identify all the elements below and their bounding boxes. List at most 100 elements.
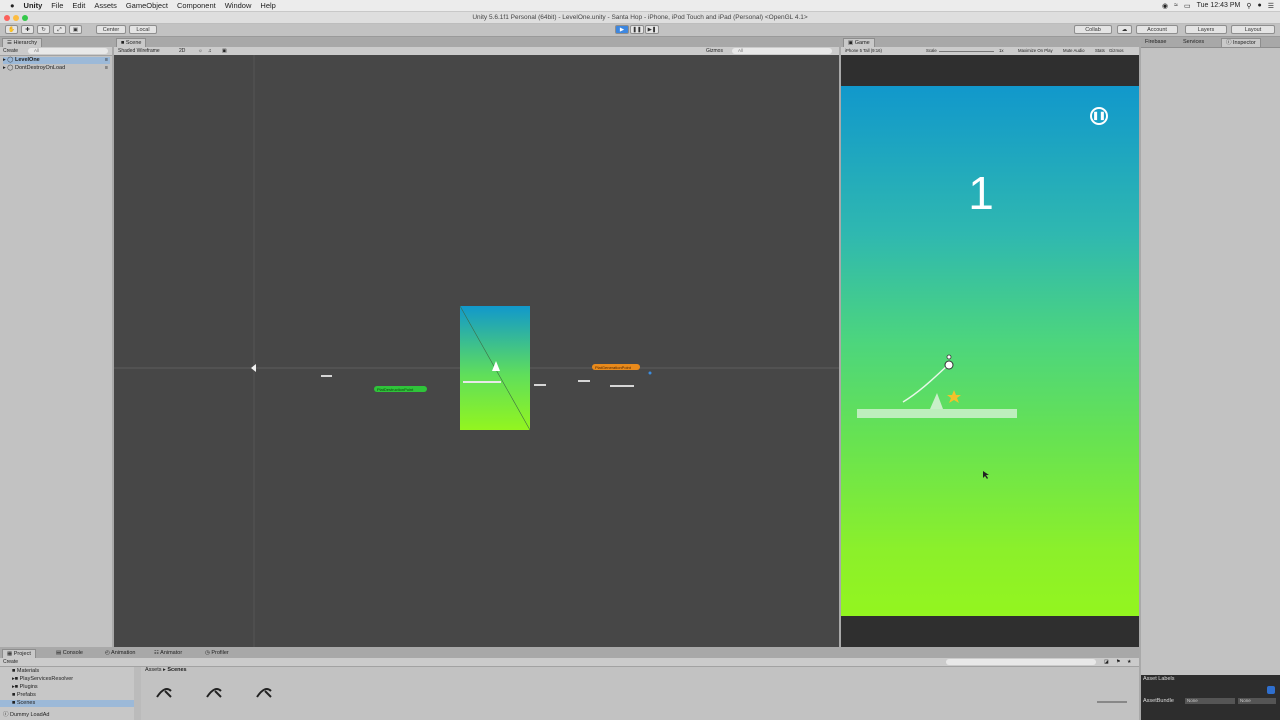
menu-assets[interactable]: Assets (94, 1, 117, 10)
user-icon[interactable]: ● (1257, 2, 1261, 9)
scene-viewport[interactable]: PlatDestructionPoint PlatGenerationPoint (114, 55, 839, 647)
breadcrumb-scenes[interactable]: Scenes (167, 667, 186, 673)
collab-button[interactable]: Collab (1074, 25, 1112, 34)
tab-scene[interactable]: ■ Scene (116, 38, 147, 47)
folder-label: Prefabs (16, 692, 36, 698)
menu-unity[interactable]: Unity (24, 1, 43, 10)
scene-platform[interactable] (321, 375, 332, 377)
menu-file[interactable]: File (51, 1, 63, 10)
menu-help[interactable]: Help (260, 1, 275, 10)
icon-size-slider[interactable] (1097, 701, 1127, 703)
menu-gameobject[interactable]: GameObject (126, 1, 168, 10)
hierarchy-create-button[interactable]: Create (3, 48, 18, 54)
tab-services[interactable]: Services (1179, 38, 1208, 47)
scene-platform[interactable] (463, 381, 501, 383)
tab-hierarchy[interactable]: ☰ Hierarchy (2, 38, 43, 47)
record-icon[interactable]: ◉ (1162, 2, 1168, 10)
game-gizmos-dropdown[interactable]: Gizmos (1109, 47, 1124, 55)
hierarchy-search-input[interactable]: All (28, 48, 108, 54)
stats-toggle[interactable]: Stats (1095, 47, 1105, 55)
spotlight-icon[interactable]: ⚲ (1246, 2, 1251, 10)
pause-button[interactable]: ❚❚ (630, 25, 644, 34)
hierarchy-item-levelone[interactable]: ▸ ◯ LevelOne ≡ (3, 57, 110, 64)
game-canvas[interactable]: ❚❚ 1 (841, 86, 1139, 616)
scene-search-input[interactable]: All (732, 48, 832, 54)
status-area: ◉ ≈ ▭ Tue 12:43 PM ⚲ ● ☰ (1162, 0, 1274, 11)
search-by-type-icon[interactable]: ◪ (1104, 658, 1109, 666)
notification-icon[interactable]: ☰ (1268, 2, 1274, 10)
move-tool-icon[interactable]: ✚ (21, 25, 34, 34)
folder-plugins[interactable]: ▸■ Plugins (12, 684, 38, 690)
rotate-tool-icon[interactable]: ↻ (37, 25, 50, 34)
tab-firebase[interactable]: Firebase (1141, 38, 1170, 47)
breadcrumb-assets[interactable]: Assets (145, 667, 162, 673)
scale-slider[interactable] (939, 51, 994, 52)
tab-inspector[interactable]: ⓘ Inspector (1221, 38, 1261, 47)
game-viewport[interactable]: ❚❚ 1 (841, 55, 1139, 647)
pivot-local-button[interactable]: Local (129, 25, 157, 34)
context-menu-icon[interactable]: ≡ (105, 57, 108, 63)
audio-icon[interactable]: ♫ (208, 47, 212, 55)
wifi-icon[interactable]: ≈ (1174, 2, 1178, 9)
maximize-on-play-toggle[interactable]: Maximize On Play (1018, 47, 1053, 55)
minimize-window-icon[interactable] (13, 15, 19, 21)
scene-2d-toggle[interactable]: 2D (179, 47, 185, 55)
tab-animator[interactable]: ☷ Animator (150, 649, 186, 658)
effects-icon[interactable]: ▣ (222, 47, 227, 55)
menu-component[interactable]: Component (177, 1, 216, 10)
favorite-star-icon[interactable]: ★ (1127, 658, 1131, 666)
tab-profiler[interactable]: ◷ Profiler (201, 649, 233, 658)
menu-edit[interactable]: Edit (72, 1, 85, 10)
labels-tag-icon[interactable] (1267, 686, 1275, 694)
apple-icon[interactable]: ● (10, 1, 15, 10)
scene-platform[interactable] (610, 385, 634, 387)
scene-asset-icon[interactable] (206, 688, 222, 698)
pivot-center-button[interactable]: Center (96, 25, 126, 34)
scene-platform[interactable] (534, 384, 546, 386)
battery-icon[interactable]: ▭ (1184, 2, 1191, 10)
hierarchy-subbar: Create All (0, 47, 112, 56)
folder-playservicesresolver[interactable]: ▸■ PlayServicesResolver (12, 676, 73, 682)
aspect-dropdown[interactable]: iPhone 5 Tall (9:16) (845, 48, 882, 53)
layers-dropdown[interactable]: Layers (1185, 25, 1227, 34)
hierarchy-item-dontdestroyonload[interactable]: ▸ ◯ DontDestroyOnLoad ≡ (3, 65, 110, 72)
cloud-icon[interactable]: ☁ (1117, 25, 1132, 34)
menu-window[interactable]: Window (225, 1, 252, 10)
scene-asset-icon[interactable] (256, 688, 272, 698)
clock[interactable]: Tue 12:43 PM (1197, 2, 1241, 9)
step-button[interactable]: ▶❚ (645, 25, 659, 34)
asset-labels-panel: Asset Labels AssetBundle None None (1141, 675, 1280, 720)
scale-tool-icon[interactable]: ⤢ (53, 25, 66, 34)
project-create-button[interactable]: Create (3, 659, 18, 665)
scene-platform[interactable] (578, 380, 590, 382)
lighting-icon[interactable]: ☼ (198, 47, 203, 55)
folder-label: Materials (16, 668, 40, 674)
play-button[interactable]: ▶ (615, 25, 629, 34)
assetbundle-variant-dropdown[interactable]: None (1238, 698, 1276, 704)
rect-tool-icon[interactable]: ▣ (69, 25, 82, 34)
account-dropdown[interactable]: Account (1136, 25, 1178, 34)
layout-dropdown[interactable]: Layout (1231, 25, 1275, 34)
tab-project[interactable]: ▦ Project (2, 649, 36, 658)
mute-audio-toggle[interactable]: Mute Audio (1063, 47, 1085, 55)
folder-materials[interactable]: ■ Materials (12, 668, 39, 674)
assetbundle-name-dropdown[interactable]: None (1185, 698, 1235, 704)
tab-game-label: Game (854, 40, 870, 46)
folder-tree-scrollbar[interactable] (134, 667, 141, 720)
close-window-icon[interactable] (4, 15, 10, 21)
game-panel: ▣ Game iPhone 5 Tall (9:16) Scale 1x Max… (841, 38, 1139, 56)
scene-gizmos-dropdown[interactable]: Gizmos (706, 47, 723, 55)
project-panel: ▦ Project ▤ Console ◴ Animation ☷ Animat… (0, 649, 1139, 720)
context-menu-icon[interactable]: ≡ (105, 65, 108, 71)
tab-console[interactable]: ▤ Console (52, 649, 87, 658)
folder-prefabs[interactable]: ■ Prefabs (12, 692, 36, 698)
shading-dropdown[interactable]: Shaded Wireframe (118, 48, 160, 54)
scene-asset-icon[interactable] (156, 688, 172, 698)
tab-game[interactable]: ▣ Game (843, 38, 875, 47)
project-search-input[interactable] (946, 659, 1096, 665)
folder-scenes[interactable]: ■ Scenes (0, 700, 134, 707)
hand-tool-icon[interactable]: ✋ (5, 25, 18, 34)
tab-animation[interactable]: ◴ Animation (101, 649, 140, 658)
zoom-window-icon[interactable] (22, 15, 28, 21)
search-by-label-icon[interactable]: ⚑ (1116, 658, 1120, 666)
